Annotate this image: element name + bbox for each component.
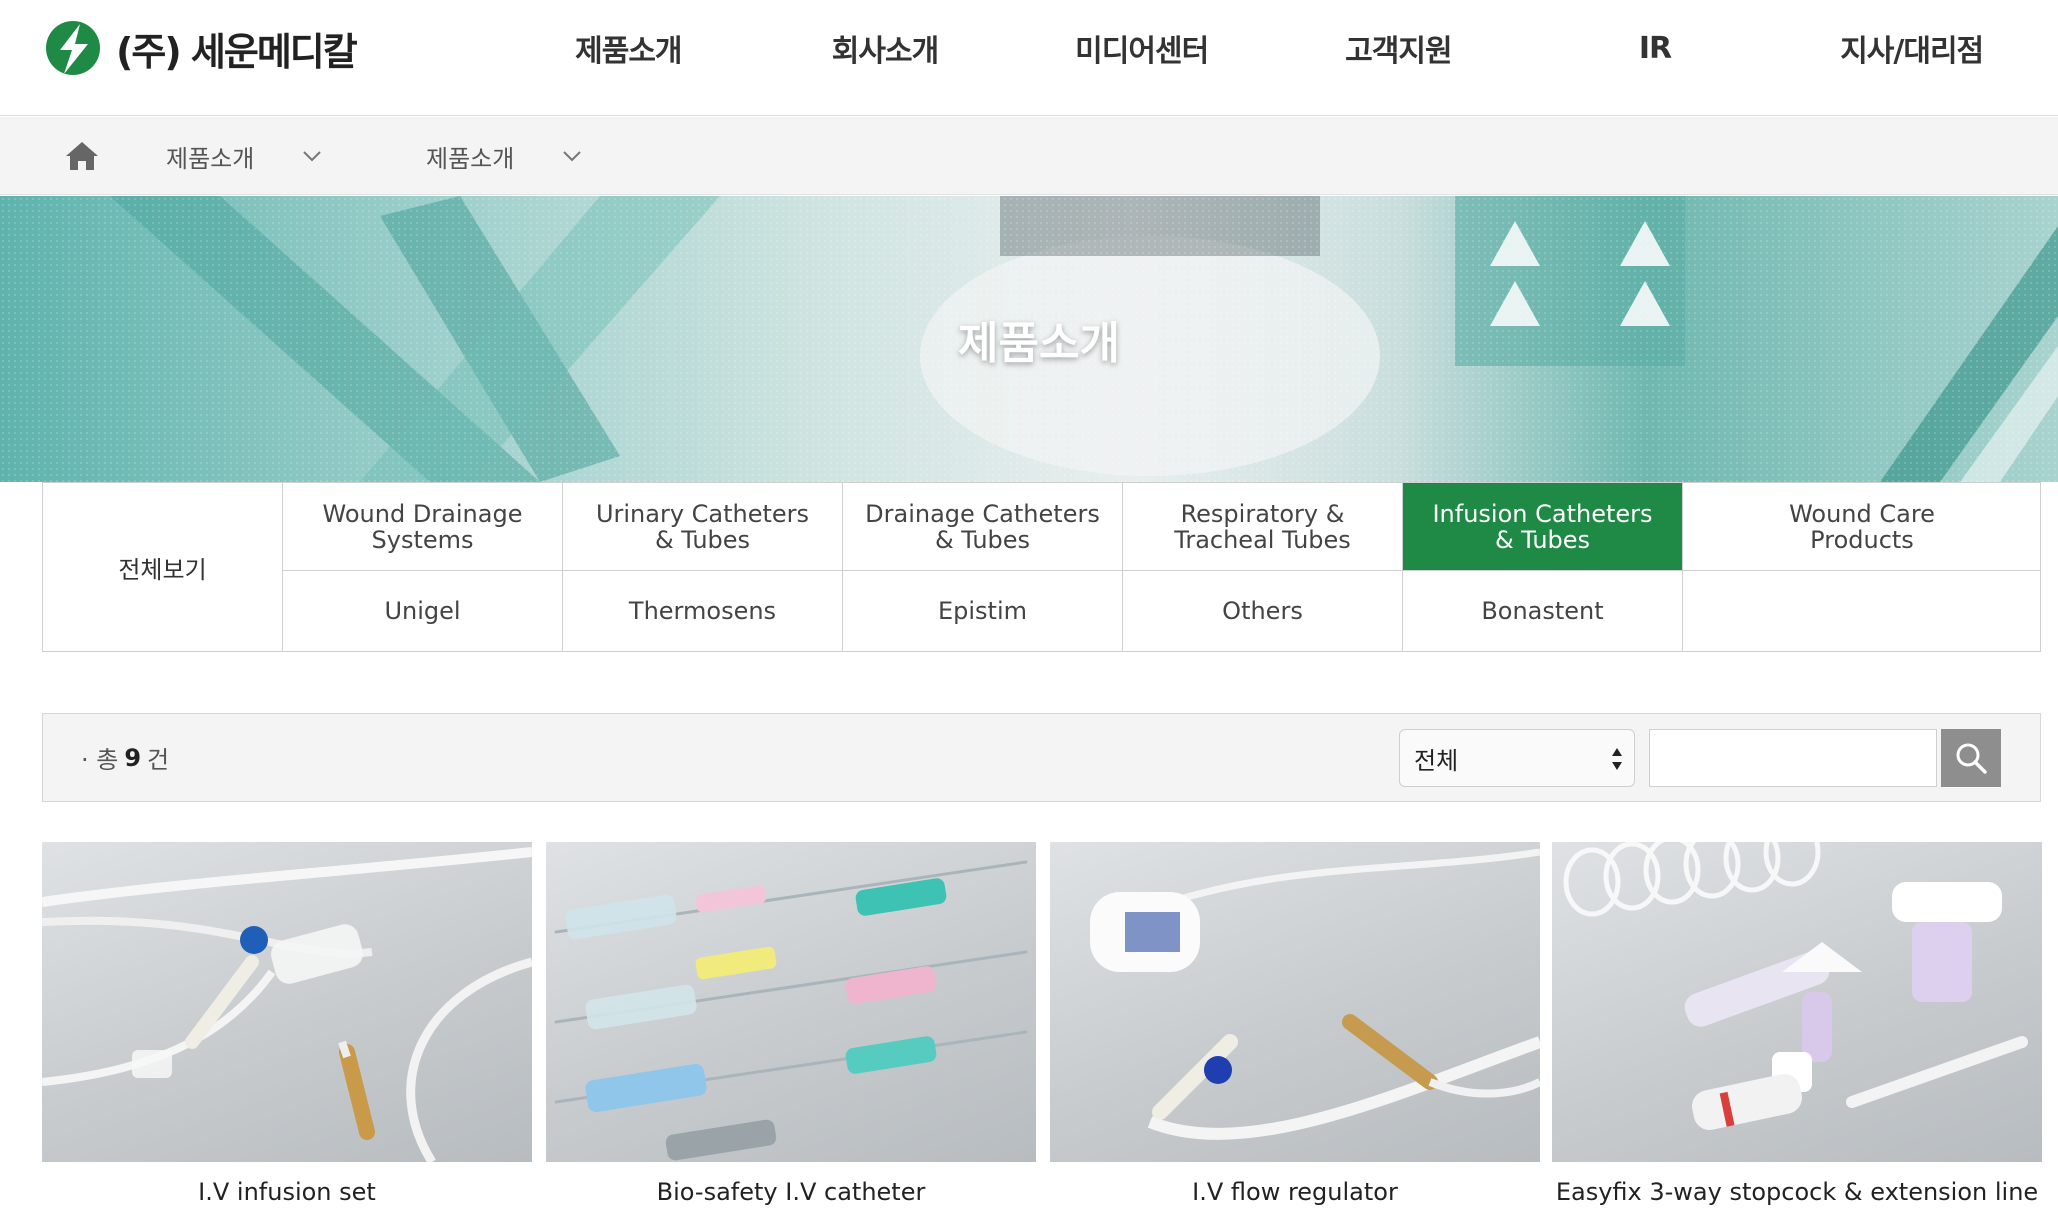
nav-branches[interactable]: 지사/대리점 — [1783, 0, 2040, 96]
logo[interactable]: (주) 세운메디칼 — [42, 18, 358, 78]
result-count-suffix: 건 — [147, 746, 170, 774]
category-urinary-catheters[interactable]: Urinary Catheters & Tubes — [563, 483, 843, 570]
category-wound-drainage[interactable]: Wound Drainage Systems — [283, 483, 563, 570]
nav-ir[interactable]: IR — [1527, 0, 1784, 96]
search-bar: · 총 9 건 전체 — [42, 713, 2041, 802]
category-unigel[interactable]: Unigel — [283, 571, 563, 651]
category-epistim[interactable]: Epistim — [843, 571, 1123, 651]
select-arrows-icon — [1612, 748, 1622, 770]
chevron-down-icon — [563, 151, 582, 162]
product-card[interactable]: I.V infusion set — [42, 842, 532, 1222]
product-name[interactable]: I.V flow regulator — [1050, 1170, 1540, 1214]
logo-text: (주) 세운메디칼 — [116, 29, 358, 74]
category-infusion-catheters[interactable]: Infusion Catheters & Tubes — [1403, 483, 1683, 570]
hero-banner: 제품소개 — [0, 196, 2058, 482]
search-type-select[interactable]: 전체 — [1399, 729, 1635, 787]
product-image[interactable] — [1050, 842, 1540, 1162]
chevron-down-icon — [303, 151, 322, 162]
main-nav: 제품소개 회사소개 미디어센터 고객지원 IR 지사/대리점 — [500, 0, 2040, 96]
product-name[interactable]: I.V infusion set — [42, 1170, 532, 1214]
product-image[interactable] — [546, 842, 1036, 1162]
nav-products[interactable]: 제품소개 — [500, 0, 757, 96]
home-icon[interactable] — [64, 139, 100, 173]
nav-media-center[interactable]: 미디어센터 — [1013, 0, 1270, 96]
category-all[interactable]: 전체보기 — [43, 483, 283, 651]
search-input[interactable] — [1649, 729, 1937, 787]
breadcrumb: 제품소개 제품소개 — [0, 117, 2058, 195]
breadcrumb-level2-label: 제품소개 — [426, 144, 515, 173]
product-list: I.V infusion set Bio-safety I.V catheter… — [42, 842, 2042, 1222]
product-image[interactable] — [1552, 842, 2042, 1162]
breadcrumb-level2[interactable]: 제품소개 — [426, 117, 582, 195]
category-bonastent[interactable]: Bonastent — [1403, 571, 1683, 651]
product-image[interactable] — [42, 842, 532, 1162]
category-row-2: Unigel Thermosens Epistim Others Bonaste… — [283, 571, 2041, 651]
breadcrumb-level1[interactable]: 제품소개 — [166, 117, 322, 195]
category-respiratory-tubes[interactable]: Respiratory & Tracheal Tubes — [1123, 483, 1403, 570]
category-thermosens[interactable]: Thermosens — [563, 571, 843, 651]
result-count: · 총 9 건 — [81, 714, 169, 801]
product-name[interactable]: Bio-safety I.V catheter — [546, 1170, 1036, 1214]
result-count-prefix: · 총 — [81, 746, 119, 774]
search-icon — [1956, 743, 1987, 774]
result-count-value: 9 — [124, 743, 142, 772]
page-title: 제품소개 — [958, 318, 1120, 369]
search-type-value: 전체 — [1414, 746, 1459, 775]
category-drainage-catheters[interactable]: Drainage Catheters & Tubes — [843, 483, 1123, 570]
category-empty — [1683, 571, 2041, 651]
product-card[interactable]: Bio-safety I.V catheter — [546, 842, 1036, 1222]
site-header: (주) 세운메디칼 제품소개 회사소개 미디어센터 고객지원 IR 지사/대리점 — [0, 0, 2058, 116]
category-row-1: Wound Drainage Systems Urinary Catheters… — [283, 483, 2041, 571]
logo-icon — [46, 21, 100, 75]
category-grid: 전체보기 Wound Drainage Systems Urinary Cath… — [42, 482, 2041, 652]
search-button[interactable] — [1941, 729, 2001, 787]
category-wound-care[interactable]: Wound Care Products — [1683, 483, 2041, 570]
nav-company[interactable]: 회사소개 — [757, 0, 1014, 96]
category-others[interactable]: Others — [1123, 571, 1403, 651]
product-card[interactable]: Easyfix 3-way stopcock & extension line — [1552, 842, 2042, 1222]
product-name[interactable]: Easyfix 3-way stopcock & extension line — [1552, 1170, 2042, 1214]
product-card[interactable]: I.V flow regulator — [1050, 842, 1540, 1222]
breadcrumb-level1-label: 제품소개 — [166, 144, 255, 173]
nav-customer-support[interactable]: 고객지원 — [1270, 0, 1527, 96]
